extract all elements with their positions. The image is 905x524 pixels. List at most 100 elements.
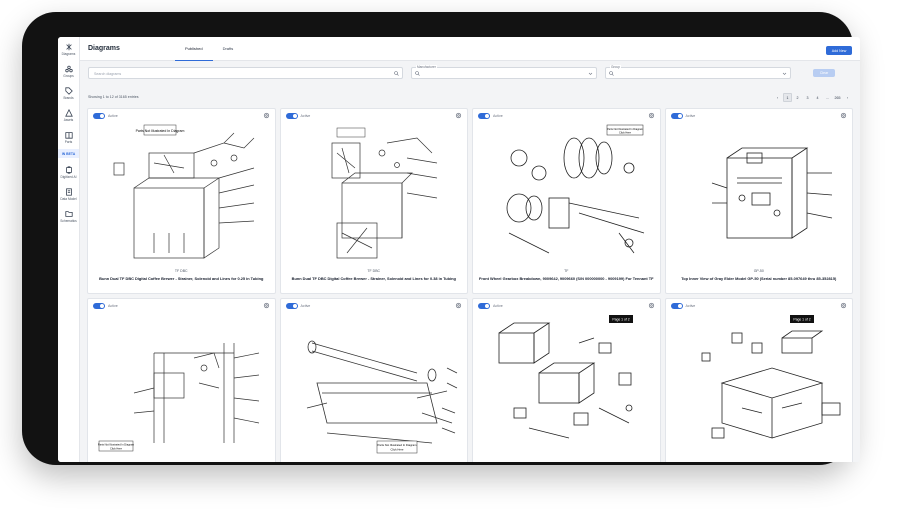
pagination-page[interactable]: 2 [793, 93, 802, 102]
active-toggle[interactable] [285, 113, 298, 119]
pagination: ‹ 1 2 3 4 ... 265 › [773, 93, 852, 102]
diagram-card[interactable]: Active Parts Not Illustrated In Diagram [472, 108, 661, 294]
active-toggle[interactable] [285, 303, 298, 309]
search-placeholder: Search diagrams [94, 71, 122, 76]
sidebar-item-parts[interactable]: Parts [58, 125, 79, 147]
clear-filters-button[interactable]: Clear [813, 69, 835, 77]
diagram-card[interactable]: Active Parts Not Illustrated In Diagram … [87, 298, 276, 462]
active-toggle[interactable] [478, 113, 490, 119]
diagram-card[interactable]: Active Page 1 of 2 [472, 298, 661, 462]
sidebar-item-label: Groups [63, 74, 74, 78]
diagram-card[interactable]: Active Page 1 of 2 [664, 298, 853, 462]
gear-icon[interactable] [455, 112, 462, 119]
diagram-name: Bunn Dual TF DBC Digital Coffee Brewer -… [99, 276, 264, 281]
parts-callout: Parts Not Illustrated In Diagram [377, 443, 417, 447]
status-label: Active [685, 303, 696, 308]
sidebar-item-brands[interactable]: Brands [58, 81, 79, 103]
app-screen: Diagrams Groups Brands Assets Parts IN B… [58, 37, 860, 462]
diagram-code: TF [564, 269, 569, 273]
gear-icon[interactable] [455, 302, 462, 309]
sidebar-item-label: Diagrams [61, 52, 76, 56]
sidebar-item-schematics[interactable]: Schematics [58, 204, 79, 226]
pagination-page[interactable]: 1 [783, 93, 792, 102]
sidebar-item-groups[interactable]: Groups [58, 59, 79, 81]
active-toggle[interactable] [670, 303, 683, 309]
diagram-card[interactable]: Active TF DBC Bunn Dual TF DBC Digital C… [279, 108, 468, 294]
sidebar-item-label: Assets [63, 118, 74, 122]
sidebar-item-label: Brands [63, 96, 74, 100]
tab-drafts[interactable]: Drafts [213, 37, 244, 61]
status-label: Active [108, 113, 118, 118]
diagram-thumbnail: Parts Not Illustrated In Diagram Click H… [306, 340, 457, 454]
diagram-thumbnail [331, 127, 437, 259]
pagination-page[interactable]: 4 [813, 93, 822, 102]
diagram-thumbnail: Parts Not Illustrated In Diagram Click H… [506, 124, 645, 254]
sidebar-item-data-model[interactable]: Data Model [58, 182, 79, 204]
ai-icon [65, 166, 72, 174]
filter-bar: Search diagrams Manufacturer Group Clear [88, 65, 852, 81]
sidebar-item-diagrams[interactable]: Diagrams [58, 37, 79, 59]
diagram-thumbnail: Parts Not Illustrated In Diagram Click H… [98, 343, 260, 452]
gear-icon[interactable] [648, 302, 655, 309]
status-label: Active [300, 113, 311, 118]
chevron-down-icon [782, 72, 787, 75]
diagram-card[interactable]: Active Parts Not Illustrated In Diagram [279, 298, 468, 462]
search-icon [394, 71, 399, 76]
status-label: Active [493, 303, 503, 308]
active-toggle[interactable] [670, 113, 683, 119]
diagram-grid: Active Parts Not Illustrated In Diagram [87, 108, 853, 462]
click-here-link[interactable]: Click Here [110, 447, 123, 451]
status-label: Active [300, 303, 311, 308]
groups-icon [64, 65, 73, 73]
diagram-thumbnail: Page 1 of 2 [498, 315, 633, 439]
asset-icon [64, 109, 73, 117]
tag-icon [64, 87, 73, 95]
gear-icon[interactable] [840, 302, 847, 309]
sidebar-item-label: Parts [64, 140, 73, 144]
diagram-thumbnail [711, 147, 832, 239]
group-label: Group [610, 65, 621, 69]
parts-callout: Parts Not Illustrated In Diagram [98, 443, 134, 447]
pagination-page[interactable]: 265 [833, 93, 842, 102]
tab-published[interactable]: Published [175, 37, 213, 61]
diagram-name: Bunn Dual TF DBC Digital Coffee Brewer -… [291, 276, 456, 281]
chevron-down-icon [588, 72, 593, 75]
click-here-link[interactable]: Click Here [619, 131, 632, 135]
parts-callout: Parts Not Illustrated In Diagram [607, 127, 643, 131]
manufacturer-label: Manufacturer [416, 65, 437, 69]
active-toggle[interactable] [478, 303, 490, 309]
gear-icon[interactable] [648, 112, 655, 119]
diagram-card[interactable]: Active Parts Not Illustrated In Diagram [87, 108, 276, 294]
gear-icon[interactable] [263, 302, 270, 309]
gear-icon[interactable] [840, 112, 847, 119]
diagram-icon [65, 43, 72, 51]
click-here-link[interactable]: Click Here [390, 448, 403, 452]
add-new-button[interactable]: Add New [826, 46, 852, 55]
data-model-icon [65, 188, 72, 196]
manufacturer-select[interactable]: Manufacturer [411, 65, 597, 79]
sidebar-item-assets[interactable]: Assets [58, 103, 79, 125]
sidebar: Diagrams Groups Brands Assets Parts IN B… [58, 37, 80, 462]
search-input[interactable]: Search diagrams [88, 67, 403, 79]
pagination-ellipsis: ... [826, 95, 829, 100]
page-badge: Page 1 of 2 [612, 318, 629, 322]
page-title: Diagrams [88, 45, 120, 52]
diagram-card[interactable]: Active GP-50 Top Inner View of Gray Elde… [664, 108, 853, 294]
pagination-prev[interactable]: ‹ [773, 93, 782, 102]
results-info: Showing 1 to 12 of 3165 entries ‹ 1 2 3 … [88, 93, 852, 103]
tablet-frame: Diagrams Groups Brands Assets Parts IN B… [22, 12, 860, 465]
active-toggle[interactable] [93, 113, 105, 119]
pagination-next[interactable]: › [843, 93, 852, 102]
active-toggle[interactable] [93, 303, 105, 309]
sidebar-item-digitized-ai[interactable]: Digitized AI [58, 160, 79, 182]
diagram-thumbnail: Page 1 of 2 [701, 315, 840, 439]
pagination-page[interactable]: 3 [803, 93, 812, 102]
sidebar-item-label: Schematics [60, 219, 77, 223]
gear-icon[interactable] [263, 112, 270, 119]
tab-bar: Published Drafts [175, 37, 243, 61]
parts-callout: Parts Not Illustrated In Diagram [136, 129, 185, 133]
status-label: Active [108, 303, 118, 308]
top-bar: Diagrams Published Drafts Add New [80, 37, 860, 61]
group-select[interactable]: Group [605, 65, 791, 79]
diagram-code: GP-50 [753, 269, 764, 273]
